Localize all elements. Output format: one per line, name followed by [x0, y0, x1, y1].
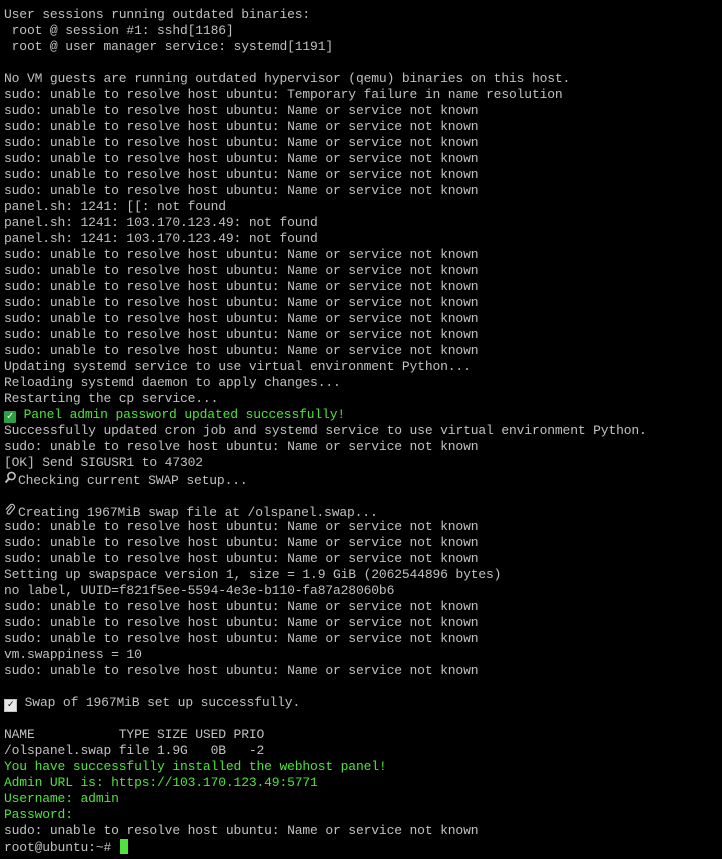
terminal-line: sudo: unable to resolve host ubuntu: Nam…: [4, 599, 479, 614]
status-message: Checking current SWAP setup...: [18, 473, 248, 488]
shell-prompt: root@ubuntu:~#: [4, 840, 112, 855]
terminal-line: panel.sh: 1241: 103.170.123.49: not foun…: [4, 231, 318, 246]
terminal-line: sudo: unable to resolve host ubuntu: Nam…: [4, 119, 479, 134]
check-box-icon: ✓: [4, 699, 17, 712]
terminal-line: User sessions running outdated binaries:: [4, 7, 311, 22]
terminal-line: Successfully updated cron job and system…: [4, 423, 647, 438]
terminal-line: sudo: unable to resolve host ubuntu: Tem…: [4, 87, 563, 102]
install-success-message: You have successfully installed the webh…: [4, 759, 387, 774]
magnifying-glass-icon: [4, 471, 18, 489]
terminal-line: root @ user manager service: systemd[119…: [4, 39, 334, 54]
terminal-line: Updating systemd service to use virtual …: [4, 359, 471, 374]
swap-table-row: /olspanel.swap file 1.9G 0B -2: [4, 743, 265, 758]
terminal-line: sudo: unable to resolve host ubuntu: Nam…: [4, 519, 479, 534]
terminal-line: sudo: unable to resolve host ubuntu: Nam…: [4, 247, 479, 262]
terminal-prompt-line[interactable]: root@ubuntu:~#: [4, 839, 722, 855]
terminal-line: sudo: unable to resolve host ubuntu: Nam…: [4, 263, 479, 278]
admin-password-label: Password:: [4, 807, 73, 822]
terminal-line: sudo: unable to resolve host ubuntu: Nam…: [4, 535, 479, 550]
terminal-line-success: ✓ Panel admin password updated successfu…: [4, 407, 722, 423]
terminal-line: sudo: unable to resolve host ubuntu: Nam…: [4, 135, 479, 150]
success-message: Panel admin password updated successfull…: [23, 407, 346, 422]
admin-password-line: Password:: [4, 807, 722, 823]
terminal-line: No VM guests are running outdated hyperv…: [4, 71, 571, 86]
terminal-line: sudo: unable to resolve host ubuntu: Nam…: [4, 663, 479, 678]
terminal-line: sudo: unable to resolve host ubuntu: Nam…: [4, 615, 479, 630]
terminal-line: sudo: unable to resolve host ubuntu: Nam…: [4, 103, 479, 118]
terminal-line: sudo: unable to resolve host ubuntu: Nam…: [4, 279, 479, 294]
terminal-line: [OK] Send SIGUSR1 to 47302: [4, 455, 203, 470]
terminal-line: no label, UUID=f821f5ee-5594-4e3e-b110-f…: [4, 583, 395, 598]
terminal-line: Restarting the cp service...: [4, 391, 219, 406]
terminal-line: sudo: unable to resolve host ubuntu: Nam…: [4, 183, 479, 198]
terminal-line: sudo: unable to resolve host ubuntu: Nam…: [4, 631, 479, 646]
terminal-line: sudo: unable to resolve host ubuntu: Nam…: [4, 343, 479, 358]
terminal-line: sudo: unable to resolve host ubuntu: Nam…: [4, 311, 479, 326]
terminal-line: sudo: unable to resolve host ubuntu: Nam…: [4, 439, 479, 454]
terminal-line: ✓ Swap of 1967MiB set up successfully.: [4, 695, 722, 712]
terminal-line: panel.sh: 1241: [[: not found: [4, 199, 226, 214]
terminal-line: vm.swappiness = 10: [4, 647, 142, 662]
check-mark-button-icon: ✓: [4, 411, 16, 423]
terminal-line: panel.sh: 1241: 103.170.123.49: not foun…: [4, 215, 318, 230]
terminal-line: sudo: unable to resolve host ubuntu: Nam…: [4, 327, 479, 342]
status-message: Creating 1967MiB swap file at /olspanel.…: [18, 505, 378, 520]
terminal-line: Reloading systemd daemon to apply change…: [4, 375, 341, 390]
admin-url[interactable]: Admin URL is: https://103.170.123.49:577…: [4, 775, 722, 791]
terminal-line: Creating 1967MiB swap file at /olspanel.…: [4, 503, 722, 520]
terminal-line: root @ session #1: sshd[1186]: [4, 23, 234, 38]
terminal-line: sudo: unable to resolve host ubuntu: Nam…: [4, 295, 479, 310]
terminal-window[interactable]: User sessions running outdated binaries:…: [0, 0, 722, 859]
text-cursor: [119, 839, 128, 854]
admin-username: Username: admin: [4, 791, 119, 806]
terminal-line: sudo: unable to resolve host ubuntu: Nam…: [4, 823, 479, 838]
terminal-line: Setting up swapspace version 1, size = 1…: [4, 567, 502, 582]
swap-table-header: NAME TYPE SIZE USED PRIO: [4, 727, 265, 742]
status-message: Swap of 1967MiB set up successfully.: [24, 695, 301, 710]
terminal-line: sudo: unable to resolve host ubuntu: Nam…: [4, 551, 479, 566]
terminal-line: sudo: unable to resolve host ubuntu: Nam…: [4, 151, 479, 166]
terminal-line: Checking current SWAP setup...: [4, 471, 722, 489]
terminal-line: sudo: unable to resolve host ubuntu: Nam…: [4, 167, 479, 182]
